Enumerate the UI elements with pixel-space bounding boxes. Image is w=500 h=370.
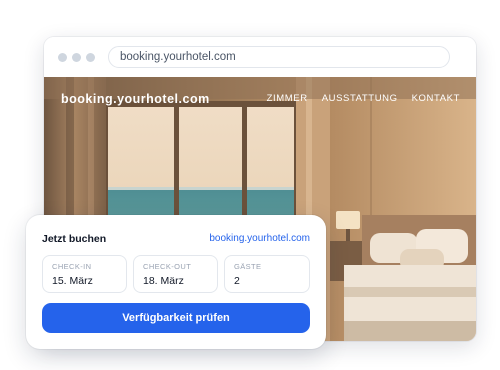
checkin-label: CHECK-IN — [52, 262, 92, 271]
checkout-label: CHECK-OUT — [143, 262, 192, 271]
booking-card: Jetzt buchen booking.yourhotel.com CHECK… — [26, 215, 326, 349]
checkout-field[interactable]: CHECK-OUT 18. März — [133, 255, 218, 293]
window-dot-icon — [86, 53, 95, 62]
checkin-value: 15. März — [52, 275, 93, 287]
checkin-field[interactable]: CHECK-IN 15. März — [42, 255, 127, 293]
nav-item-ausstattung[interactable]: AUSSTATTUNG — [322, 93, 398, 104]
window-dot-icon — [58, 53, 67, 62]
site-nav: ZIMMER AUSSTATTUNG KONTAKT — [267, 93, 460, 104]
window-dot-icon — [72, 53, 81, 62]
guests-field[interactable]: GÄSTE 2 — [224, 255, 310, 293]
booking-link[interactable]: booking.yourhotel.com — [209, 233, 310, 244]
guests-value: 2 — [234, 275, 240, 287]
checkout-value: 18. März — [143, 275, 184, 287]
booking-title: Jetzt buchen — [42, 233, 107, 245]
site-brand[interactable]: booking.yourhotel.com — [61, 92, 210, 106]
check-availability-button[interactable]: Verfügbarkeit prüfen — [42, 303, 310, 333]
address-bar[interactable]: booking.yourhotel.com — [108, 46, 450, 68]
browser-chrome: booking.yourhotel.com — [44, 37, 476, 77]
guests-label: GÄSTE — [234, 262, 262, 271]
nav-item-zimmer[interactable]: ZIMMER — [267, 93, 308, 104]
nav-item-kontakt[interactable]: KONTAKT — [412, 93, 460, 104]
